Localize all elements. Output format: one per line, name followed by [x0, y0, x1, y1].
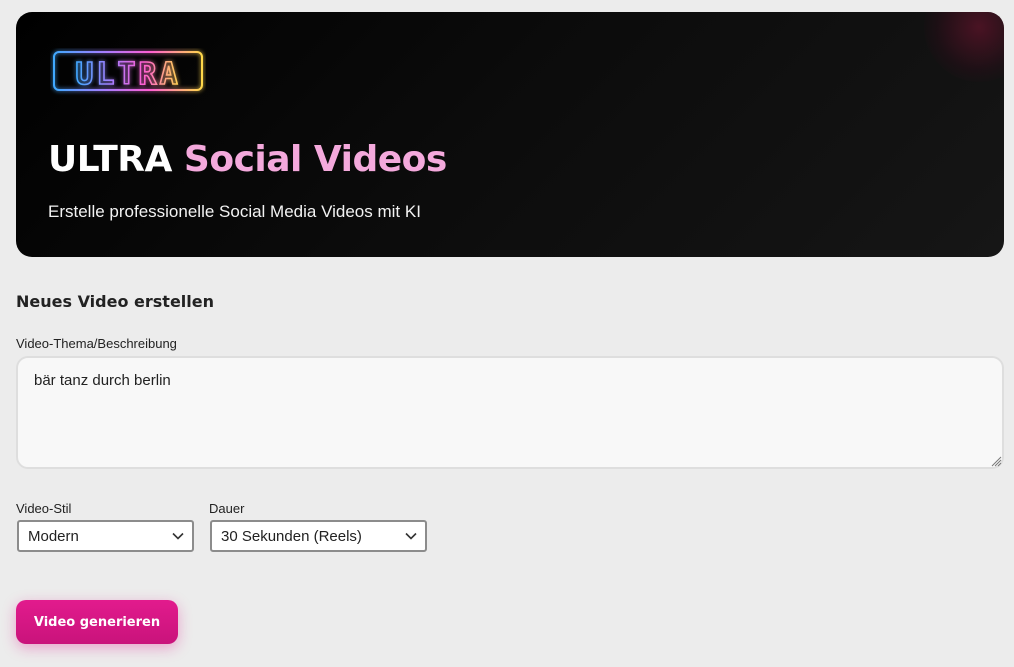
duration-selected-value: 30 Sekunden (Reels): [221, 527, 362, 545]
hero-subtitle: Erstelle professionelle Social Media Vid…: [48, 202, 421, 221]
duration-label: Dauer: [209, 501, 245, 516]
chevron-down-icon: [405, 532, 417, 540]
generate-video-button[interactable]: Video generieren: [16, 600, 178, 644]
ultra-logo: ULTRA: [53, 51, 203, 93]
style-label: Video-Stil: [16, 501, 72, 516]
form-heading: Neues Video erstellen: [16, 292, 215, 311]
title-brand: ULTRA: [48, 139, 172, 180]
page-title: ULTRA Social Videos: [48, 136, 447, 184]
hero-glow-decoration: [924, 12, 1004, 82]
logo-wordmark: ULTRA: [75, 57, 180, 92]
chevron-down-icon: [172, 532, 184, 540]
title-highlight: Social Videos: [183, 139, 447, 180]
hero-banner: ULTRA ULTRA Social Videos Erstelle profe…: [16, 12, 1004, 257]
style-selected-value: Modern: [28, 527, 79, 545]
duration-select[interactable]: 30 Sekunden (Reels): [210, 520, 427, 552]
style-select[interactable]: Modern: [17, 520, 194, 552]
resize-grip-icon[interactable]: [990, 455, 1002, 467]
topic-textarea[interactable]: bär tanz durch berlin: [16, 356, 1004, 469]
topic-label: Video-Thema/Beschreibung: [16, 336, 177, 351]
